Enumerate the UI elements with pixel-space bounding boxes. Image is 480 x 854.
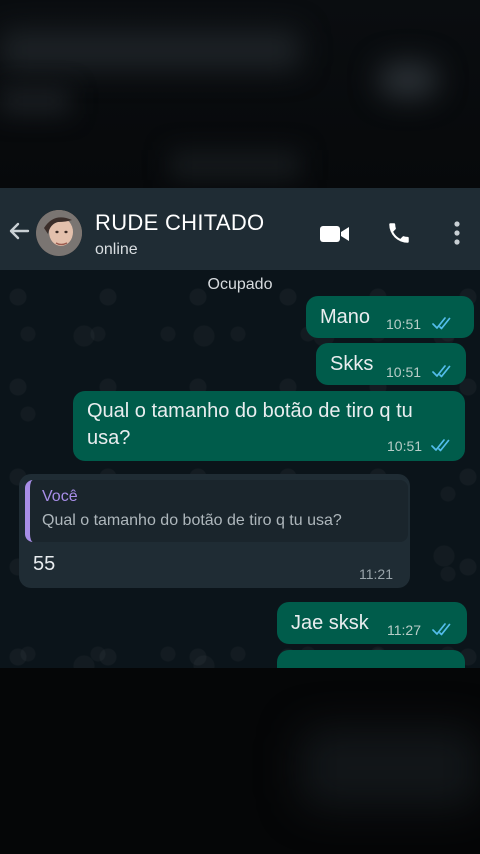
back-arrow-icon[interactable] <box>6 218 32 244</box>
quote-text: Qual o tamanho do botão de tiro q tu usa… <box>42 512 342 529</box>
message-time: 11:27 <box>387 622 421 638</box>
message-text: Mano <box>320 306 371 328</box>
quoted-message[interactable]: Você Qual o tamanho do botão de tiro q t… <box>25 480 408 542</box>
blurred-background-top <box>0 0 480 188</box>
read-ticks-icon <box>432 364 454 383</box>
more-menu-icon[interactable] <box>452 220 462 251</box>
message-text: Jae sksk <box>291 612 369 634</box>
contact-status: online <box>95 241 138 258</box>
message-time: 11:21 <box>359 566 393 582</box>
message-time: 10:51 <box>387 438 423 454</box>
blurred-background-bottom <box>0 668 480 854</box>
message-time: 10:51 <box>386 364 422 380</box>
message-bubble-incoming[interactable]: Você Qual o tamanho do botão de tiro q t… <box>19 474 410 588</box>
read-ticks-icon <box>432 316 454 335</box>
message-text: 55 <box>33 553 56 575</box>
message-bubble-outgoing[interactable]: Mano 10:51 <box>306 296 474 338</box>
message-text-line: usa? <box>87 427 131 449</box>
quote-author: Você <box>42 488 78 505</box>
message-text-line: Qual o tamanho do botão de tiro q tu <box>87 400 413 422</box>
video-call-icon[interactable] <box>320 224 350 249</box>
message-bubble-outgoing-partial[interactable] <box>277 650 465 668</box>
phone-icon[interactable] <box>386 220 412 251</box>
message-bubble-outgoing[interactable]: Jae sksk 11:27 <box>277 602 467 644</box>
read-ticks-icon <box>431 438 453 457</box>
contact-name[interactable]: RUDE CHITADO <box>95 210 264 236</box>
day-label: Ocupado <box>207 276 273 293</box>
message-time: 10:51 <box>386 316 422 332</box>
chat-header: RUDE CHITADO online <box>0 188 480 270</box>
chat-area[interactable]: Ocupado Mano 10:51 Skks 10:51 Qual o tam… <box>0 270 480 668</box>
message-text: Skks <box>330 353 374 375</box>
message-bubble-outgoing[interactable]: Skks 10:51 <box>316 343 466 385</box>
read-ticks-icon <box>432 622 454 641</box>
contact-avatar[interactable] <box>36 210 82 256</box>
message-bubble-outgoing[interactable]: Qual o tamanho do botão de tiro q tu usa… <box>73 391 465 461</box>
